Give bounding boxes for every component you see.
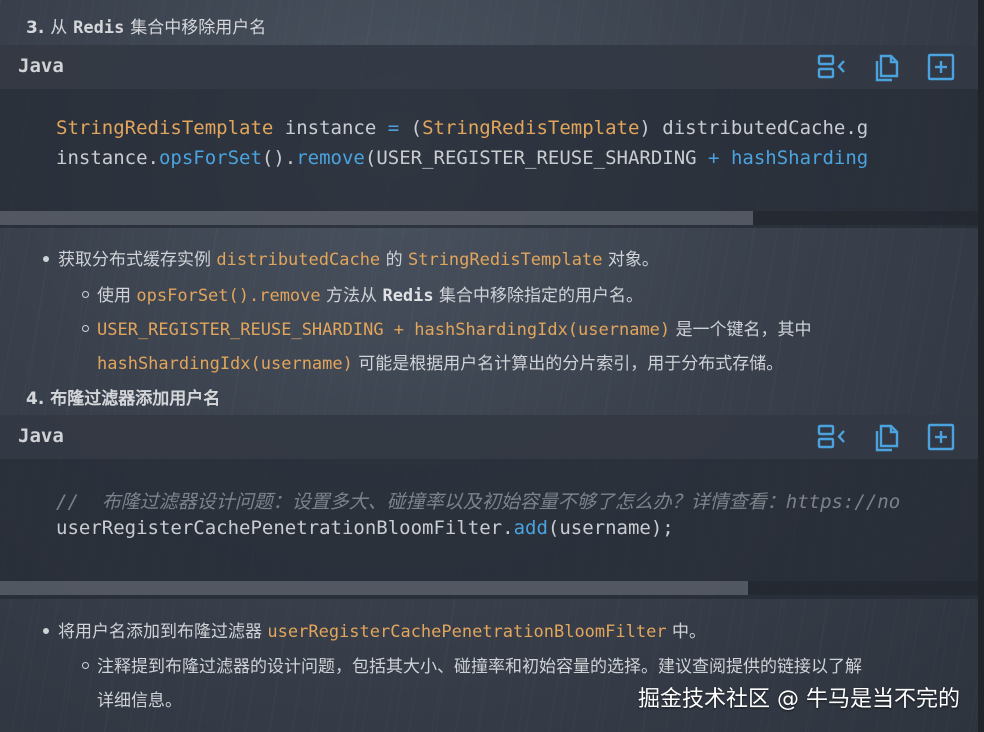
bullet-dot [43,256,49,262]
copy-icon[interactable] [872,52,902,82]
section-4-heading: 4. 布隆过滤器添加用户名 [26,384,220,409]
code-line-1: StringRedisTemplate instance = (StringRe… [56,117,869,139]
explain-4-sub-bullet-1-cont: 详细信息。 [97,691,182,711]
sub-bullet-ring [82,291,89,298]
horizontal-scrollbar[interactable] [0,581,978,595]
sub-bullet-ring [82,662,89,669]
explain-3-sub-bullet-1: 使用 opsForSet().remove 方法从 Redis 集合中移除指定的… [97,286,644,306]
section-number: 4. [26,389,45,409]
wrap-lines-icon[interactable] [816,52,846,82]
explain-3-bullet-1: 获取分布式缓存实例 distributedCache 的 StringRedis… [58,250,659,270]
code-block-header: Java [0,45,978,89]
explain-4-bullet-1: 将用户名添加到布隆过滤器 userRegisterCachePenetratio… [58,622,706,642]
section-title-prefix: 从 [50,18,68,38]
code-block-header: Java [0,415,978,459]
code-block-2: Java // 布隆过滤器设计问题：设置多大、碰撞率以及初始容量不够了怎么办？详… [0,415,978,599]
explain-4-sub-bullet-1: 注释提到布隆过滤器的设计问题，包括其大小、碰撞率和初始容量的选择。建议查阅提供的… [97,657,862,677]
section-number: 3. [26,18,45,38]
section-title-code: Redis [73,18,125,38]
section-title: 布隆过滤器添加用户名 [50,389,221,409]
scrollbar-thumb[interactable] [0,581,748,595]
code-line-2: userRegisterCachePenetrationBloomFilter.… [56,517,674,539]
section-title-suffix: 集合中移除用户名 [130,18,267,38]
add-box-icon[interactable] [926,52,956,82]
explain-3-sub-bullet-2: USER_REGISTER_REUSE_SHARDING + hashShard… [97,320,812,340]
section-3-heading: 3. 从 Redis 集合中移除用户名 [26,13,266,38]
page-canvas: 3. 从 Redis 集合中移除用户名 Java StringRedisTemp… [0,0,984,732]
bullet-dot [43,628,49,634]
watermark: 掘金技术社区 @ 牛马是当不完的 [638,687,960,712]
code-comment-line: // 布隆过滤器设计问题：设置多大、碰撞率以及初始容量不够了怎么办？详情查看：h… [56,491,901,513]
right-edge-border [978,0,984,732]
code-block-1: Java StringRedisTemplate instance = (Str… [0,45,978,228]
add-box-icon[interactable] [926,422,956,452]
wrap-lines-icon[interactable] [816,422,846,452]
sub-bullet-ring [82,325,89,332]
code-language-label: Java [18,425,64,447]
code-language-label: Java [18,55,64,77]
horizontal-scrollbar[interactable] [0,211,978,225]
scrollbar-thumb[interactable] [0,211,753,225]
code-line-2: instance.opsForSet().remove(USER_REGISTE… [56,147,869,169]
copy-icon[interactable] [872,422,902,452]
explain-3-sub-bullet-2-cont: hashShardingIdx(username) 可能是根据用户名计算出的分片… [97,354,784,374]
